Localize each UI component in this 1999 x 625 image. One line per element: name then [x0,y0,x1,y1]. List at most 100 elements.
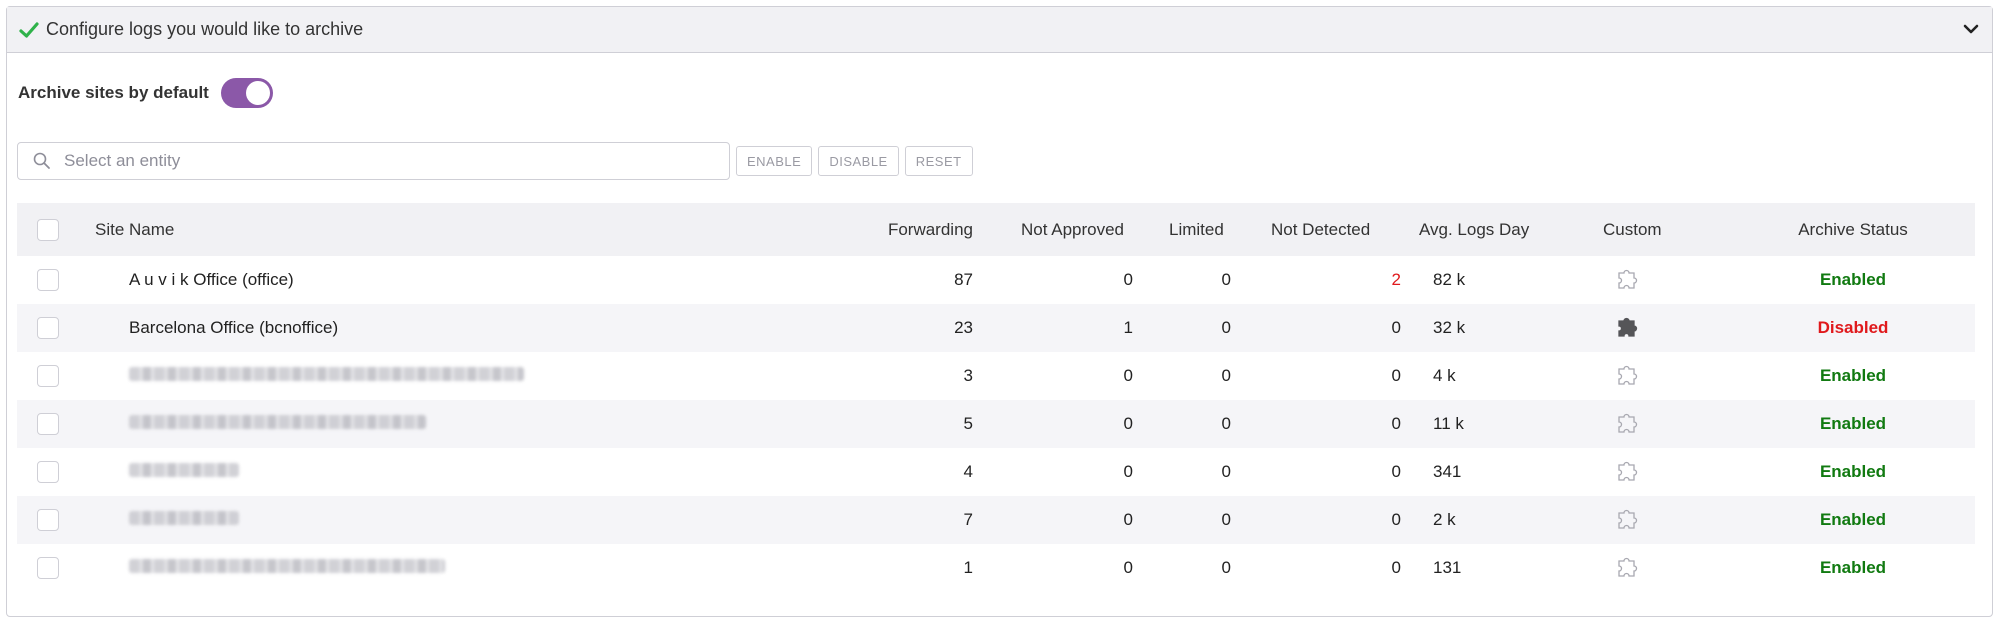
disable-button[interactable]: DISABLE [818,146,899,176]
archive-default-label: Archive sites by default [18,83,209,102]
row-checkbox[interactable] [37,557,59,579]
site-name-redacted [79,558,781,578]
row-checkbox-cell [17,509,79,531]
forwarding-value: 5 [963,414,973,433]
site-name-redacted [79,462,781,482]
limited-value: 0 [1221,414,1231,433]
search-icon [33,152,50,169]
forwarding-value: 87 [954,270,973,289]
forwarding-value: 1 [963,558,973,577]
header-archive-status[interactable]: Archive Status [1731,220,1975,240]
custom-cell [1585,313,1731,343]
row-checkbox[interactable] [37,461,59,483]
not-approved-value: 0 [1123,510,1133,529]
archive-status[interactable]: Enabled [1731,558,1975,578]
avg-logs-value: 2 k [1433,510,1456,529]
table-row[interactable]: 4 0 0 0 341 Enabled [17,448,1975,496]
forwarding-value: 23 [954,318,973,337]
limited-value: 0 [1221,270,1231,289]
header-avg-logs-day[interactable]: Avg. Logs Day [1413,220,1585,240]
puzzle-outline-icon[interactable] [1613,409,1643,439]
header-custom[interactable]: Custom [1585,220,1731,240]
custom-cell [1585,361,1731,391]
header-site-name[interactable]: Site Name [79,220,781,240]
not-approved-value: 1 [1123,318,1133,337]
archive-status[interactable]: Enabled [1731,462,1975,482]
header-not-approved[interactable]: Not Approved [983,220,1143,240]
header-limited[interactable]: Limited [1143,220,1249,240]
not-approved-value: 0 [1123,414,1133,433]
table-row[interactable]: 5 0 0 0 11 k Enabled [17,400,1975,448]
check-icon [19,21,39,38]
header-not-detected[interactable]: Not Detected [1249,220,1413,240]
archive-status[interactable]: Enabled [1731,366,1975,386]
forwarding-value: 7 [963,510,973,529]
limited-value: 0 [1221,318,1231,337]
site-name: Barcelona Office (bcnoffice) [129,318,339,337]
enable-button[interactable]: ENABLE [736,146,813,176]
puzzle-outline-icon[interactable] [1613,361,1643,391]
custom-cell [1585,265,1731,295]
row-checkbox-cell [17,461,79,483]
table-row[interactable]: A u v i k Office (office) 87 0 0 2 82 k … [17,256,1975,304]
not-detected-value: 0 [1391,414,1401,433]
not-detected-value: 0 [1391,366,1401,385]
puzzle-outline-icon[interactable] [1613,457,1643,487]
table-row[interactable]: 3 0 0 0 4 k Enabled [17,352,1975,400]
archive-status[interactable]: Enabled [1731,510,1975,530]
select-all-checkbox[interactable] [37,218,59,241]
custom-cell [1585,505,1731,535]
row-checkbox-cell [17,557,79,579]
row-checkbox[interactable] [37,269,59,291]
row-checkbox-cell [17,365,79,387]
not-detected-value: 0 [1391,510,1401,529]
row-checkbox[interactable] [37,317,59,339]
table-header-row: Site Name Forwarding Not Approved Limite… [17,203,1975,256]
archive-default-toggle[interactable] [220,78,273,108]
redacted-text [129,415,426,429]
puzzle-filled-icon[interactable] [1613,313,1643,343]
site-name-redacted [79,510,781,530]
avg-logs-value: 4 k [1433,366,1456,385]
archive-status[interactable]: Disabled [1731,318,1975,338]
row-checkbox[interactable] [37,509,59,531]
sites-table: Site Name Forwarding Not Approved Limite… [17,203,1975,592]
chevron-down-icon[interactable] [1962,20,1980,38]
table-row[interactable]: 1 0 0 0 131 Enabled [17,544,1975,592]
avg-logs-value: 32 k [1433,318,1466,337]
limited-value: 0 [1221,366,1231,385]
custom-cell [1585,457,1731,487]
limited-value: 0 [1221,558,1231,577]
row-checkbox-cell [17,269,79,291]
redacted-text [129,367,524,381]
puzzle-outline-icon[interactable] [1613,265,1643,295]
forwarding-value: 4 [963,462,973,481]
site-name-redacted [79,366,781,386]
archive-status[interactable]: Enabled [1731,414,1975,434]
redacted-text [129,559,445,573]
puzzle-outline-icon[interactable] [1613,505,1643,535]
not-approved-value: 0 [1123,270,1133,289]
avg-logs-value: 341 [1433,462,1462,481]
row-checkbox[interactable] [37,413,59,435]
toggle-knob [245,81,270,105]
limited-value: 0 [1221,510,1231,529]
table-row[interactable]: Barcelona Office (bcnoffice) 23 1 0 0 32… [17,304,1975,352]
limited-value: 0 [1221,462,1231,481]
not-detected-value: 2 [1391,270,1401,289]
avg-logs-value: 11 k [1433,414,1464,433]
avg-logs-value: 131 [1433,558,1462,577]
forwarding-value: 3 [963,366,973,385]
panel-header[interactable]: Configure logs you would like to archive [7,7,1992,53]
table-row[interactable]: 7 0 0 0 2 k Enabled [17,496,1975,544]
reset-button[interactable]: RESET [904,146,973,176]
search-input[interactable] [62,150,706,172]
header-forwarding[interactable]: Forwarding [781,220,983,240]
archive-default-setting: Archive sites by default [18,78,273,108]
row-checkbox[interactable] [37,365,59,387]
row-checkbox-cell [17,317,79,339]
search-box[interactable] [17,142,730,180]
puzzle-outline-icon[interactable] [1613,553,1643,583]
archive-status[interactable]: Enabled [1731,270,1975,290]
not-detected-value: 0 [1391,558,1401,577]
